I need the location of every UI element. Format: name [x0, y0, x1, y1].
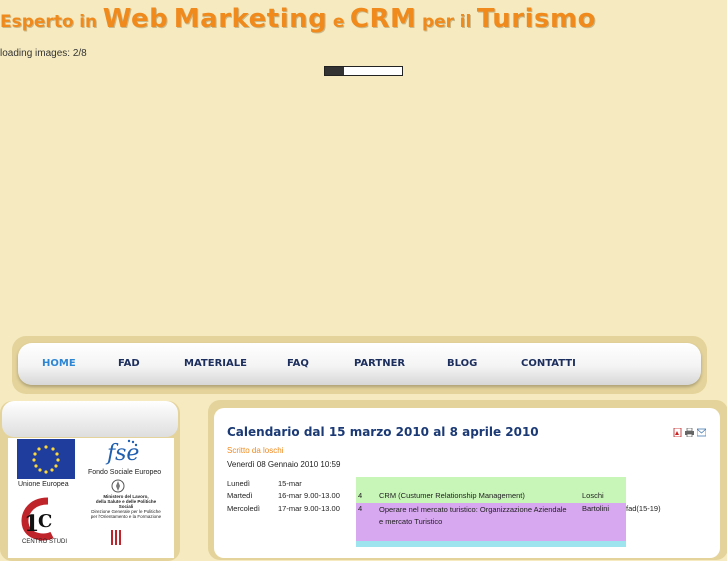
cell-hours: 4 — [358, 504, 363, 513]
ministero-caption: Ministero del Lavoro, della Salute e del… — [90, 494, 162, 519]
sidebar-header — [2, 401, 178, 437]
cell-module-line2: e mercato Turistico — [379, 517, 443, 526]
title-word: e — [332, 12, 345, 32]
title-word: CRM — [349, 4, 417, 34]
regione-emblem-icon — [111, 530, 121, 545]
title-word: il — [459, 12, 472, 32]
progress-fill — [325, 67, 345, 75]
title-word: per — [421, 12, 455, 32]
print-icon[interactable] — [685, 428, 694, 437]
svg-text:fse: fse — [105, 441, 139, 466]
nav-blog[interactable]: BLOG — [447, 358, 477, 369]
svg-text:C: C — [38, 511, 52, 532]
loading-status: loading images: 2/8 — [0, 48, 87, 59]
nav-materiale[interactable]: MATERIALE — [184, 358, 247, 369]
cell-day: Mercoledì — [227, 504, 260, 513]
cell-teacher: Loschi — [582, 491, 604, 500]
ministero-line: della Salute e delle Politiche Sociali — [95, 499, 157, 509]
article-date: Venerdì 08 Gennaio 2010 10:59 — [227, 460, 341, 469]
title-word: Marketing — [173, 4, 328, 34]
title-word: Turismo — [476, 4, 596, 34]
nav-faq[interactable]: FAQ — [287, 358, 309, 369]
cell-module: CRM (Custumer Relationship Management) — [379, 491, 525, 500]
cell-date: 17-mar — [278, 504, 302, 513]
nav-contatti[interactable]: CONTATTI — [521, 358, 576, 369]
centro-studi-logo[interactable]: 1 C — [18, 497, 76, 541]
cell-module: Operare nel mercato turistico: Organizza… — [379, 505, 567, 514]
title-word: Web — [102, 4, 169, 34]
cell-time: 9.00-13.00 — [304, 504, 340, 513]
title-word: Esperto — [0, 12, 74, 32]
eu-flag-logo[interactable] — [17, 439, 75, 479]
fse-logo[interactable]: fse — [105, 438, 141, 466]
pdf-icon[interactable] — [673, 428, 682, 437]
cell-day: Martedì — [227, 491, 253, 500]
loading-progress-bar — [324, 66, 403, 76]
fse-caption: Fondo Sociale Europeo — [88, 469, 162, 476]
nav-home[interactable]: HOME — [42, 358, 76, 369]
article-author[interactable]: Scritto da loschi — [227, 446, 283, 455]
ministero-emblem-icon — [111, 479, 125, 493]
cell-day: Lunedì — [227, 479, 250, 488]
site-title: Esperto in Web Marketing e CRM per il Tu… — [0, 4, 596, 34]
row-highlight-cyan — [356, 541, 626, 547]
ministero-line: per l'Orientamento e la Formazione — [90, 514, 162, 519]
cell-date: 16-mar — [278, 491, 302, 500]
cell-teacher: Bartolini — [582, 504, 610, 513]
cell-date: 15-mar — [278, 479, 302, 488]
cell-time: 9.00-13.00 — [304, 491, 340, 500]
email-icon[interactable] — [697, 428, 706, 437]
nav-fad[interactable]: FAD — [118, 358, 140, 369]
article-title[interactable]: Calendario dal 15 marzo 2010 al 8 aprile… — [227, 425, 539, 439]
eu-caption: Unione Europea — [18, 481, 69, 488]
nav-partner[interactable]: PARTNER — [354, 358, 405, 369]
title-word: in — [79, 12, 98, 32]
cell-extra: fad(15-19) — [626, 504, 661, 513]
centro-caption: CENTRO STUDI — [22, 539, 67, 545]
cell-hours: 4 — [358, 491, 363, 500]
